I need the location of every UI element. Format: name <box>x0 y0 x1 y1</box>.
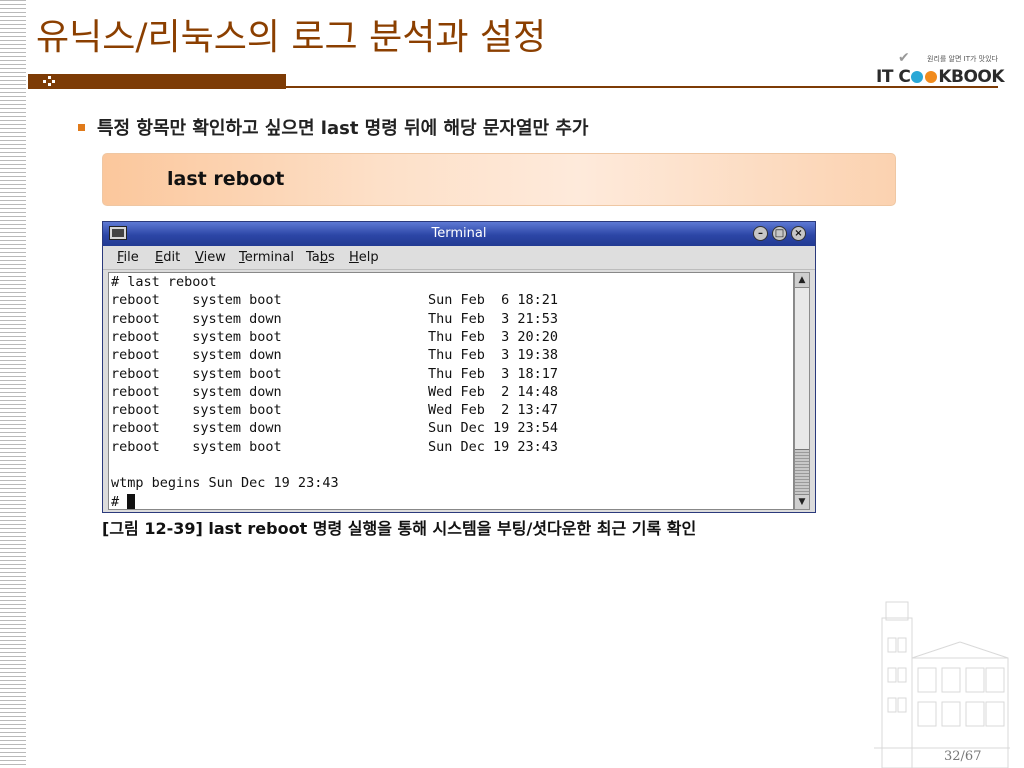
command-highlight-box: last reboot <box>102 153 896 206</box>
terminal-line: reboot system boot Thu Feb 3 20:20 <box>111 328 559 345</box>
terminal-line: # <box>111 493 136 510</box>
terminal-line: reboot system down Sun Dec 19 23:54 <box>111 420 559 437</box>
bullet-point: 특정 항목만 확인하고 싶으면 last 명령 뒤에 해당 문자열만 추가 <box>78 114 588 140</box>
bullet-text: 특정 항목만 확인하고 싶으면 last 명령 뒤에 해당 문자열만 추가 <box>97 118 589 139</box>
scroll-up-icon[interactable]: ▲ <box>795 273 809 288</box>
slide-title: 유닉스/리눅스의 로그 분석과 설정 <box>36 17 547 58</box>
logo-wordmark: IT C KBOOK <box>876 67 1005 87</box>
command-text: last reboot <box>167 168 285 190</box>
terminal-line: wtmp begins Sun Dec 19 23:43 <box>111 475 339 492</box>
menu-tabs[interactable]: Tabs <box>306 250 335 265</box>
menu-file[interactable]: File <box>117 250 139 265</box>
terminal-line: reboot system boot Sun Dec 19 23:43 <box>111 438 559 455</box>
building-watermark-icon <box>874 601 1010 768</box>
terminal-window: Terminal – □ × File Edit View Terminal T… <box>102 221 816 513</box>
logo-text-suffix: KBOOK <box>938 67 1005 87</box>
terminal-line: reboot system down Wed Feb 2 14:48 <box>111 383 559 400</box>
logo-dot-orange <box>925 71 938 83</box>
page-number: 32/67 <box>944 749 982 764</box>
figure-caption: [그림 12-39] last reboot 명령 실행을 통해 시스템을 부팅… <box>102 519 697 538</box>
terminal-line: reboot system boot Wed Feb 2 13:47 <box>111 402 559 419</box>
menu-edit[interactable]: Edit <box>155 250 180 265</box>
terminal-line: # last reboot <box>111 274 217 290</box>
logo-tagline: 원리를 알면 IT가 맛있다 <box>927 55 998 63</box>
terminal-line: reboot system down Thu Feb 3 21:53 <box>111 310 559 327</box>
diamond-dots-icon <box>43 76 55 86</box>
logo-text-prefix: IT C <box>876 67 911 87</box>
left-striped-margin <box>0 0 26 768</box>
text-cursor <box>127 493 136 509</box>
terminal-line: reboot system boot Thu Feb 3 18:17 <box>111 365 559 382</box>
maximize-icon[interactable]: □ <box>772 226 787 241</box>
checkmark-icon: ✔ <box>898 50 910 66</box>
terminal-menubar: File Edit View Terminal Tabs Help <box>103 246 815 270</box>
minimize-icon[interactable]: – <box>753 226 768 241</box>
scrollbar-thumb[interactable] <box>795 449 809 496</box>
it-cookbook-logo: ✔ 원리를 알면 IT가 맛있다 IT C KBOOK <box>872 50 1005 90</box>
terminal-titlebar[interactable]: Terminal – □ × <box>103 222 815 246</box>
menu-help[interactable]: Help <box>349 250 379 265</box>
scroll-down-icon[interactable]: ▼ <box>795 494 809 509</box>
close-icon[interactable]: × <box>791 226 806 241</box>
menu-terminal[interactable]: Terminal <box>239 250 294 265</box>
terminal-line: reboot system boot Sun Feb 6 18:21 <box>111 292 559 309</box>
title-underline-bar <box>28 74 286 89</box>
bullet-square-icon <box>78 123 85 131</box>
terminal-line: reboot system down Thu Feb 3 19:38 <box>111 347 559 364</box>
terminal-title: Terminal <box>431 226 487 241</box>
terminal-output-area[interactable]: # last reboot reboot system boot Sun Feb … <box>108 272 794 510</box>
terminal-scrollbar[interactable]: ▲ ▼ <box>794 272 810 510</box>
logo-dot-blue <box>911 71 924 83</box>
menu-view[interactable]: View <box>195 250 226 265</box>
